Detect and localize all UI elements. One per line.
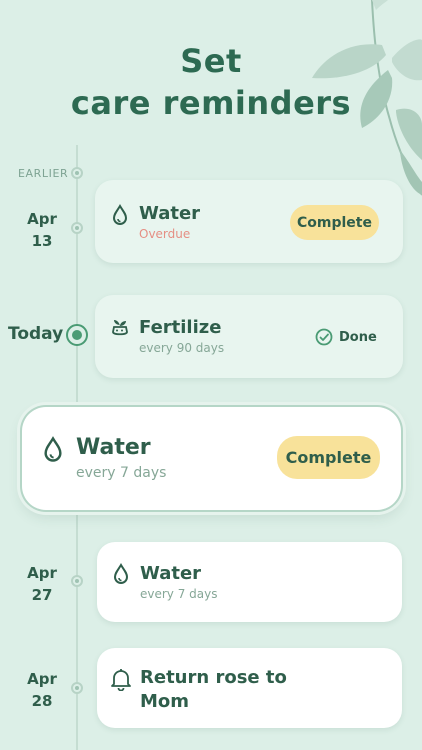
done-button[interactable]: Done <box>315 328 377 346</box>
timeline-dot <box>71 682 83 694</box>
reminder-frequency: every 7 days <box>76 465 167 481</box>
reminder-card-water-apr27[interactable]: Water every 7 days <box>97 542 402 622</box>
date-day: 13 <box>31 232 53 250</box>
complete-button[interactable]: Complete <box>290 205 379 240</box>
reminder-title: Water <box>76 435 151 460</box>
timeline-dot <box>71 222 83 234</box>
reminder-card-water-overdue[interactable]: Water Overdue Complete <box>95 180 403 263</box>
reminder-title-line-2: Mom <box>140 691 190 712</box>
timeline-dot <box>71 575 83 587</box>
reminder-title-line-1: Return rose to <box>140 667 287 688</box>
reminder-card-water-today[interactable]: Water every 7 days Complete <box>22 407 401 510</box>
date-month: Apr <box>27 210 57 228</box>
page-title-line-2: care reminders <box>70 84 352 122</box>
reminder-card-return-rose[interactable]: Return rose to Mom <box>97 648 402 728</box>
date-label: Apr 27 <box>22 562 62 606</box>
date-day: 28 <box>31 692 53 710</box>
overdue-status: Overdue <box>139 227 191 241</box>
reminder-title: Water <box>140 563 202 584</box>
reminder-title: Return rose to Mom <box>140 666 287 714</box>
reminder-title: Water <box>139 203 201 224</box>
earlier-label: EARLIER <box>18 167 69 180</box>
fertilize-icon <box>112 320 128 336</box>
date-day: 27 <box>31 586 53 604</box>
check-circle-icon <box>315 328 333 346</box>
bell-icon <box>111 669 131 691</box>
timeline-today-dot <box>66 324 88 346</box>
today-label: Today <box>8 324 64 344</box>
date-label: Apr 28 <box>22 668 62 712</box>
water-drop-icon <box>44 436 62 462</box>
water-drop-icon <box>112 204 128 225</box>
water-drop-icon <box>113 563 129 584</box>
complete-button[interactable]: Complete <box>277 436 380 479</box>
reminder-frequency: every 90 days <box>139 341 225 355</box>
reminder-title: Fertilize <box>139 317 222 338</box>
date-month: Apr <box>27 564 57 582</box>
reminder-frequency: every 7 days <box>140 587 218 601</box>
done-label: Done <box>339 329 377 345</box>
page-title-line-1: Set <box>180 42 242 80</box>
date-label: Apr 13 <box>22 208 62 252</box>
timeline-dot <box>71 167 83 179</box>
date-month: Apr <box>27 670 57 688</box>
reminder-card-fertilize[interactable]: Fertilize every 90 days Done <box>95 295 403 378</box>
